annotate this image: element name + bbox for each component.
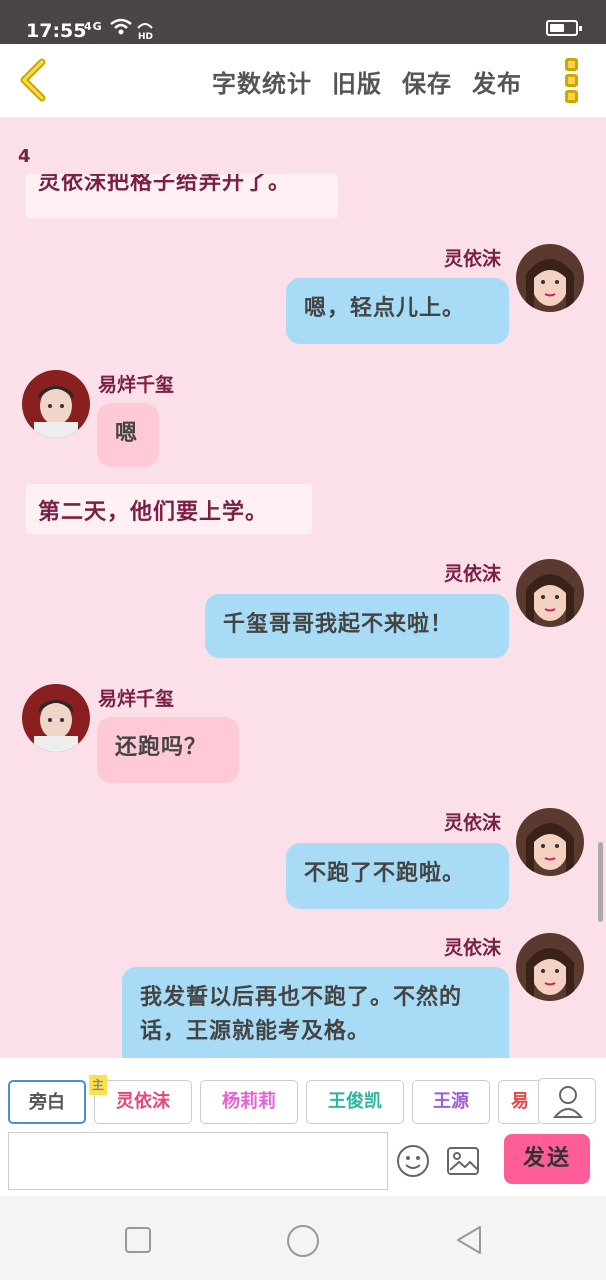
more-menu-icon[interactable] — [565, 58, 581, 106]
wifi-icon — [110, 18, 132, 35]
role-chip[interactable]: 王源 — [412, 1080, 490, 1124]
speaker-name: 易烊千玺 — [98, 688, 175, 710]
avatar[interactable] — [516, 933, 584, 1001]
message-bubble[interactable]: 我发誓以后再也不跑了。不然的话，王源就能考及格。 — [122, 967, 509, 1058]
person-icon — [552, 1086, 584, 1118]
message-bubble[interactable]: 千玺哥哥我起不来啦！ — [205, 594, 509, 658]
role-chip[interactable]: 王俊凯 — [306, 1080, 404, 1124]
speaker-name: 易烊千玺 — [98, 374, 175, 396]
message-input[interactable] — [8, 1132, 388, 1190]
avatar[interactable] — [516, 244, 584, 312]
send-button[interactable]: 发送 — [504, 1134, 590, 1184]
page-number: 4 — [18, 146, 31, 167]
image-icon[interactable] — [446, 1146, 480, 1176]
avatar[interactable] — [22, 370, 90, 438]
add-role-button[interactable] — [538, 1078, 596, 1124]
top-toolbar: 字数统计 旧版 保存 发布 — [0, 44, 606, 118]
message-bubble[interactable]: 嗯，轻点儿上。 — [286, 278, 509, 344]
svg-text:HD: HD — [138, 32, 153, 40]
message-bubble[interactable]: 不跑了不跑啦。 — [286, 843, 509, 909]
old-version-button[interactable]: 旧版 — [332, 64, 382, 99]
emoji-icon[interactable] — [396, 1144, 430, 1178]
speaker-name: 灵依沫 — [444, 248, 502, 270]
hd-icon: HD — [137, 23, 153, 40]
avatar[interactable] — [516, 559, 584, 627]
avatar[interactable] — [516, 808, 584, 876]
role-narrator[interactable]: 旁白 — [8, 1080, 86, 1124]
status-bar: 17:55 4G HD — [0, 0, 606, 44]
chat-area[interactable]: 4 灵依沫把格子给弄开了。 灵依沫 嗯，轻点儿上。 易烊千玺 嗯 第二天，他们要… — [0, 118, 606, 1058]
role-chip[interactable]: 易 — [498, 1080, 542, 1124]
system-nav-bar — [0, 1196, 606, 1280]
role-chip[interactable]: 主 灵依沫 — [89, 1075, 192, 1124]
main-role-tag: 主 — [89, 1075, 107, 1095]
message-bubble[interactable]: 嗯 — [97, 403, 159, 467]
save-button[interactable]: 保存 — [402, 64, 452, 99]
avatar[interactable] — [22, 684, 90, 752]
role-chip[interactable]: 杨莉莉 — [200, 1080, 298, 1124]
scrollbar[interactable] — [598, 842, 603, 922]
word-count-button[interactable]: 字数统计 — [212, 64, 312, 99]
speaker-name: 灵依沫 — [444, 563, 502, 585]
narration-bubble[interactable]: 第二天，他们要上学。 — [26, 484, 312, 534]
publish-button[interactable]: 发布 — [472, 64, 522, 99]
back-arrow-icon[interactable] — [14, 56, 54, 104]
recents-icon[interactable] — [124, 1226, 152, 1254]
network-label: 4G — [84, 20, 103, 33]
status-time: 17:55 — [26, 20, 87, 42]
speaker-name: 灵依沫 — [444, 937, 502, 959]
message-bubble[interactable]: 还跑吗？ — [97, 717, 239, 783]
speaker-name: 灵依沫 — [444, 812, 502, 834]
home-icon[interactable] — [286, 1224, 320, 1258]
back-icon[interactable] — [454, 1224, 484, 1256]
battery-icon — [546, 20, 582, 36]
role-and-input-panel: 旁白 主 灵依沫 杨莉莉 王俊凯 王源 易 发送 — [0, 1058, 606, 1196]
narration-partial[interactable]: 灵依沫把格子给弄开了。 — [26, 174, 338, 218]
